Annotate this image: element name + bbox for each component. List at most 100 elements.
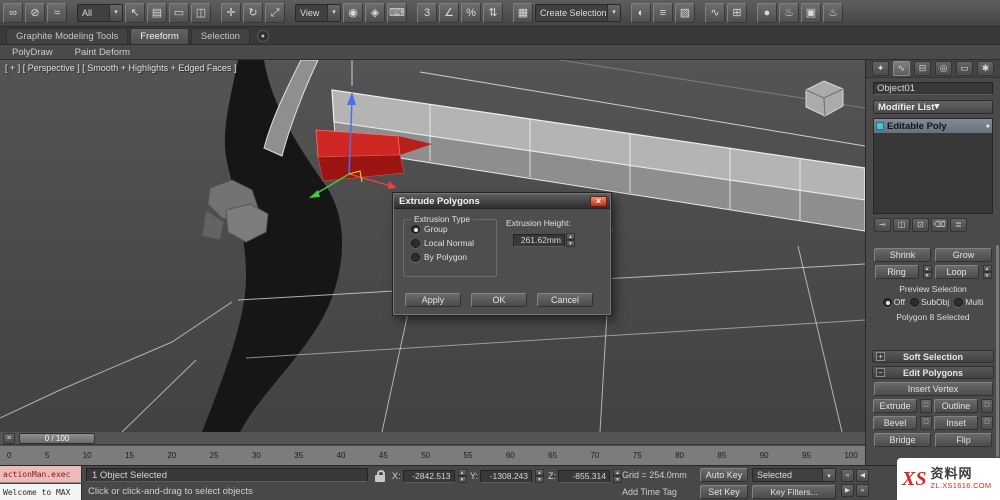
stack-item-editable-poly[interactable]: Editable Poly ●	[874, 119, 992, 133]
dialog-titlebar[interactable]: Extrude Polygons ×	[394, 194, 610, 209]
material-editor-icon[interactable]: ●	[757, 3, 777, 23]
y-spinner[interactable]: ▲ ▼	[535, 469, 545, 483]
create-tab-icon[interactable]: ✦	[872, 61, 889, 76]
play-button[interactable]: ▶	[841, 484, 854, 497]
modifier-list-dropdown[interactable]: Modifier List ▾	[873, 100, 993, 114]
spinner-up-icon[interactable]: ▲	[566, 233, 575, 240]
previous-frame-button[interactable]: ◀	[856, 469, 869, 482]
outline-settings-icon[interactable]: □	[981, 399, 993, 413]
insert-vertex-button[interactable]: Insert Vertex	[873, 382, 993, 396]
inset-settings-icon[interactable]: □	[981, 416, 993, 430]
align-icon[interactable]: ≡	[653, 3, 673, 23]
object-name-field[interactable]: Object01	[873, 82, 993, 95]
render-production-icon[interactable]: ♨	[823, 3, 843, 23]
select-object-icon[interactable]: ↖	[125, 3, 145, 23]
go-to-end-button[interactable]: »	[856, 484, 869, 497]
spinner-up-icon[interactable]: ▲	[982, 265, 992, 272]
auto-key-button[interactable]: Auto Key	[700, 468, 748, 482]
spinner-down-icon[interactable]: ▼	[535, 476, 545, 483]
preview-off-radio[interactable]: Off	[882, 297, 905, 307]
close-icon[interactable]: ×	[590, 196, 607, 207]
tab-paint-deform[interactable]: Paint Deform	[75, 47, 130, 58]
selection-region-icon[interactable]: ▭	[169, 3, 189, 23]
x-coordinate-input[interactable]: -2842.513	[402, 469, 455, 483]
select-and-link-icon[interactable]: ∞	[3, 3, 23, 23]
extrude-button[interactable]: Extrude	[873, 399, 917, 413]
hierarchy-tab-icon[interactable]: ⊟	[914, 61, 931, 76]
modify-tab-icon[interactable]: ∿	[893, 61, 910, 76]
tab-graphite-modeling-tools[interactable]: Graphite Modeling Tools	[6, 28, 129, 44]
trackbar-options-icon[interactable]: ≡	[3, 432, 15, 444]
x-spinner[interactable]: ▲ ▼	[457, 469, 467, 483]
panel-scrollbar[interactable]	[996, 245, 999, 457]
edit-named-sets-icon[interactable]: ▦	[513, 3, 533, 23]
local-normal-radio[interactable]: Local Normal	[411, 238, 496, 248]
mirror-icon[interactable]: ◐	[631, 3, 651, 23]
tab-freeform[interactable]: Freeform	[130, 28, 189, 44]
grow-button[interactable]: Grow	[935, 248, 992, 262]
by-polygon-radio[interactable]: By Polygon	[411, 252, 496, 262]
rendered-frame-icon[interactable]: ▣	[801, 3, 821, 23]
inset-button[interactable]: Inset	[934, 416, 978, 430]
pin-stack-icon[interactable]: ⊸	[874, 218, 891, 232]
percent-snap-icon[interactable]: %	[461, 3, 481, 23]
ok-button[interactable]: OK	[471, 293, 527, 307]
render-setup-icon[interactable]: ♨	[779, 3, 799, 23]
selection-filter-dropdown[interactable]: All ▾	[77, 4, 123, 22]
display-tab-icon[interactable]: ▭	[956, 61, 973, 76]
ring-button[interactable]: Ring	[874, 265, 919, 279]
select-and-manipulate-icon[interactable]: ◈	[365, 3, 385, 23]
remove-modifier-icon[interactable]: ⌫	[931, 218, 948, 232]
group-radio[interactable]: Group	[411, 224, 496, 234]
visibility-toggle-icon[interactable]: ●	[986, 123, 990, 130]
macro-recorder-line[interactable]: actionMan.exec	[0, 466, 82, 483]
spinner-down-icon[interactable]: ▼	[922, 272, 932, 279]
apply-button[interactable]: Apply	[405, 293, 461, 307]
use-pivot-center-icon[interactable]: ◉	[343, 3, 363, 23]
loop-spinner[interactable]: ▲ ▼	[982, 265, 992, 279]
configure-modifier-sets-icon[interactable]: ≣	[950, 218, 967, 232]
shrink-button[interactable]: Shrink	[874, 248, 931, 262]
flip-button[interactable]: Flip	[935, 433, 992, 447]
spinner-down-icon[interactable]: ▼	[566, 240, 575, 247]
snap-toggle-icon[interactable]: 3	[417, 3, 437, 23]
spinner-up-icon[interactable]: ▲	[457, 469, 467, 476]
named-selection-dropdown[interactable]: Create Selection Se ▾	[535, 4, 621, 22]
extrusion-height-input[interactable]: 261.62mm	[513, 233, 565, 247]
spinner-up-icon[interactable]: ▲	[922, 265, 932, 272]
viewport-label[interactable]: [ + ] [ Perspective ] [ Smooth + Highlig…	[5, 63, 236, 73]
keyboard-override-icon[interactable]: ⌨	[387, 3, 407, 23]
ribbon-menu-icon[interactable]: ●	[256, 30, 269, 42]
bevel-button[interactable]: Bevel	[873, 416, 917, 430]
unlink-selection-icon[interactable]: ⊘	[25, 3, 45, 23]
spinner-up-icon[interactable]: ▲	[613, 469, 622, 476]
spinner-up-icon[interactable]: ▲	[535, 469, 545, 476]
select-and-scale-icon[interactable]: ⤢	[265, 3, 285, 23]
bind-to-spacewarp-icon[interactable]: ≈	[47, 3, 67, 23]
z-coordinate-input[interactable]: -855.314	[558, 469, 610, 483]
select-by-name-icon[interactable]: ▤	[147, 3, 167, 23]
maxscript-listener-line[interactable]: Welcome to MAX	[0, 484, 82, 500]
extrude-settings-icon[interactable]: □	[920, 399, 932, 413]
go-to-start-button[interactable]: «	[841, 469, 854, 482]
timeline-ruler[interactable]: 0 5 10 15 20 25 30 35 40 45 50 55 60 65 70 75 80 85 90 95 10…	[0, 445, 865, 465]
extrusion-height-spinner[interactable]: ▲ ▼	[566, 233, 575, 247]
outline-button[interactable]: Outline	[934, 399, 978, 413]
preview-multi-radio[interactable]: Multi	[954, 297, 983, 307]
angle-snap-icon[interactable]: ∠	[439, 3, 459, 23]
y-coordinate-input[interactable]: -1308.243	[480, 469, 533, 483]
reference-coordinate-dropdown[interactable]: View ▾	[295, 4, 341, 22]
ring-spinner[interactable]: ▲ ▼	[922, 265, 932, 279]
layer-manager-icon[interactable]: ▧	[675, 3, 695, 23]
bevel-settings-icon[interactable]: □	[920, 416, 932, 430]
tab-selection[interactable]: Selection	[190, 28, 250, 44]
key-filters-button[interactable]: Key Filters...	[752, 485, 836, 499]
loop-button[interactable]: Loop	[934, 265, 979, 279]
selection-lock-icon[interactable]	[372, 469, 388, 484]
spinner-down-icon[interactable]: ▼	[982, 272, 992, 279]
soft-selection-rollout[interactable]: + Soft Selection	[872, 350, 994, 363]
spinner-down-icon[interactable]: ▼	[613, 476, 622, 483]
window-crossing-icon[interactable]: ◫	[191, 3, 211, 23]
curve-editor-icon[interactable]: ∿	[705, 3, 725, 23]
time-slider[interactable]: 0 / 100	[19, 432, 95, 444]
